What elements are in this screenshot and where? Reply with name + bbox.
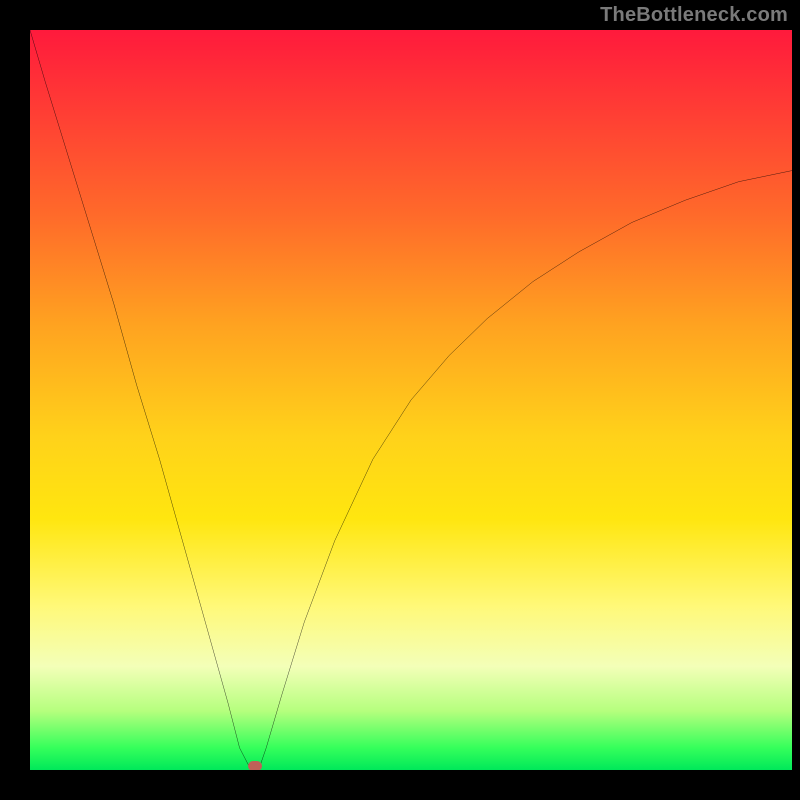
chart-plot-area (30, 30, 792, 770)
chart-frame: TheBottleneck.com (0, 0, 800, 800)
minimum-marker (248, 761, 262, 770)
bottleneck-curve (30, 30, 792, 770)
watermark-label: TheBottleneck.com (600, 4, 788, 27)
